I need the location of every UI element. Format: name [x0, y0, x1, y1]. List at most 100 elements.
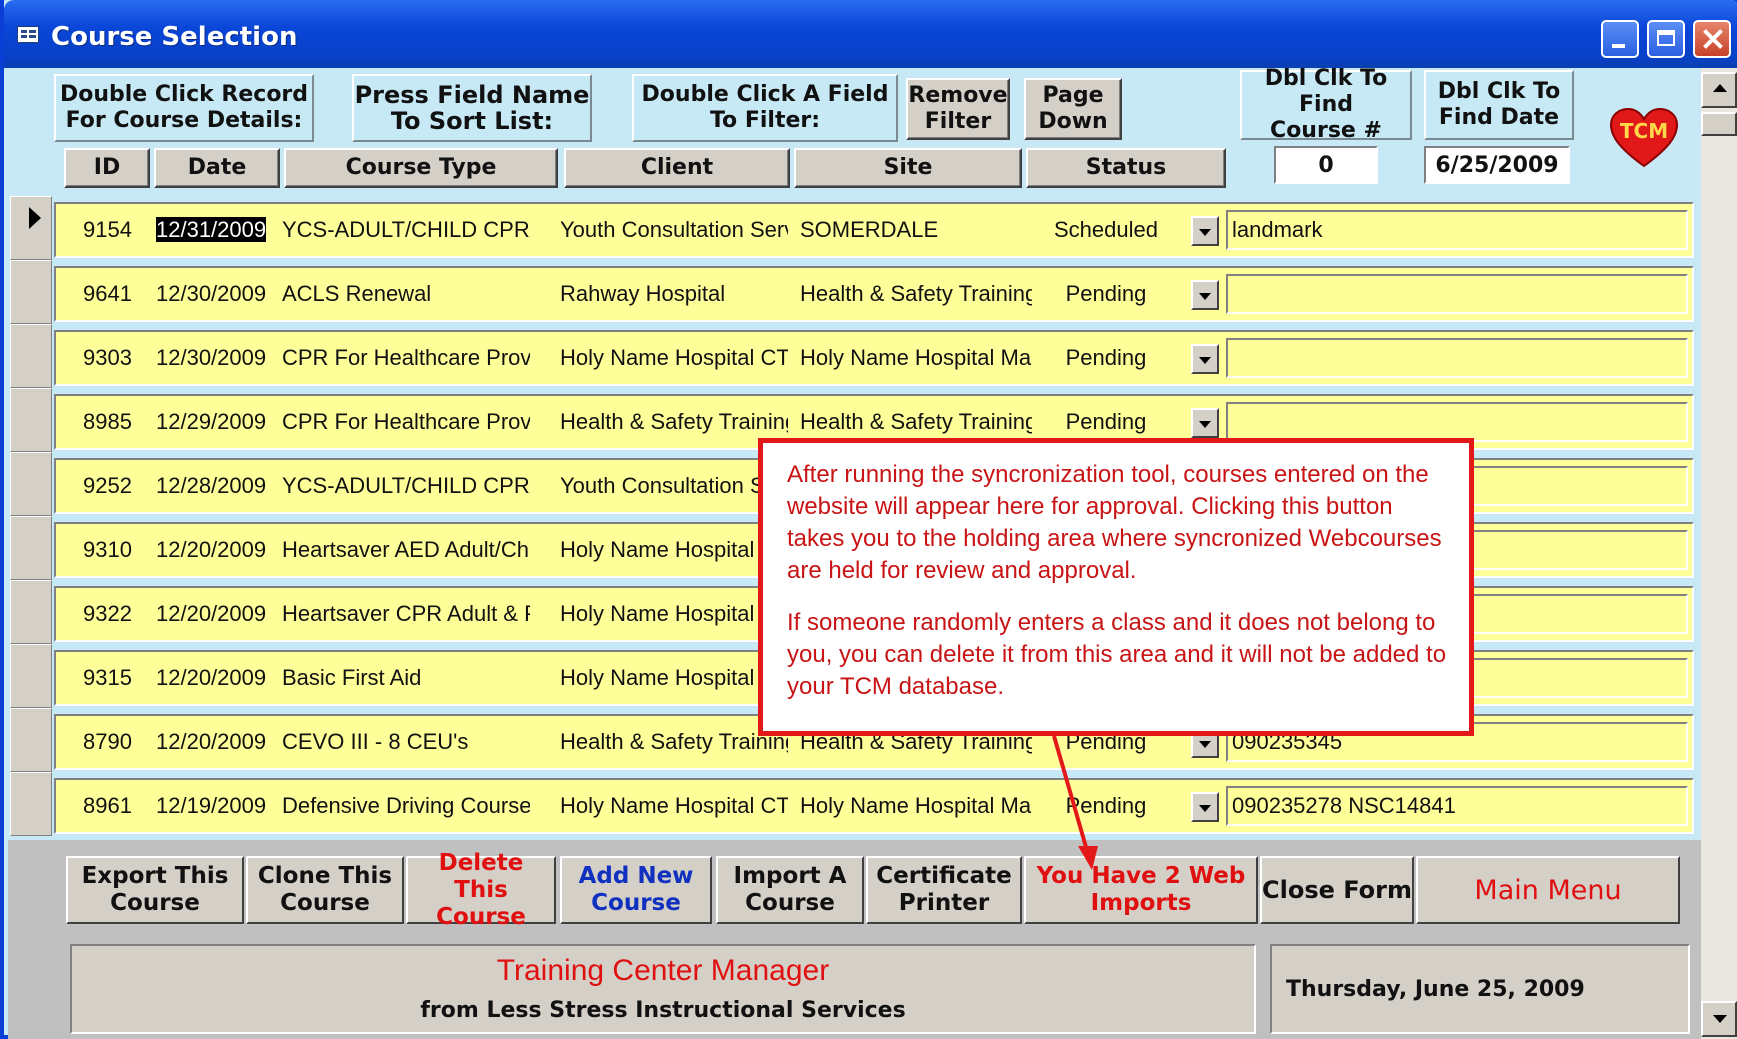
cell-client[interactable]: Holy Name Hospital CTC — [560, 780, 788, 832]
record-selector[interactable] — [10, 580, 52, 644]
record-selector[interactable] — [10, 196, 52, 260]
remove-filter-button[interactable]: Remove Filter — [906, 78, 1010, 140]
column-header-course-type[interactable]: Course Type — [284, 148, 558, 188]
minimize-button[interactable] — [1601, 20, 1639, 58]
column-header-site[interactable]: Site — [794, 148, 1022, 188]
cell-client[interactable]: Holy Name Hospital CTC — [560, 332, 788, 384]
delete-course-button[interactable]: Delete This Course — [406, 850, 556, 930]
notes-field[interactable] — [1226, 402, 1688, 442]
column-header-client[interactable]: Client — [564, 148, 790, 188]
notes-field[interactable]: 090235278 NSC14841 — [1226, 786, 1688, 826]
scroll-thumb[interactable] — [1701, 112, 1737, 136]
cell-course-type[interactable]: YCS-ADULT/CHILD CPR/AED — [282, 204, 530, 256]
cell-client[interactable]: Holy Name Hospital C — [560, 588, 788, 640]
table-row[interactable]: 9303 12/30/2009 CPR For Healthcare Provi… — [54, 330, 1694, 386]
cell-course-type[interactable]: YCS-ADULT/CHILD CPR/AED — [282, 460, 530, 512]
add-course-button[interactable]: Add New Course — [560, 856, 712, 924]
export-course-button[interactable]: Export This Course — [66, 856, 244, 924]
maximize-button[interactable] — [1647, 20, 1685, 58]
page-down-button[interactable]: Page Down — [1024, 78, 1122, 140]
status-dropdown-button[interactable] — [1191, 792, 1219, 822]
notes-field[interactable]: landmark — [1226, 210, 1688, 250]
notes-field[interactable] — [1226, 338, 1688, 378]
cell-site[interactable]: Health & Safety Training — [800, 268, 1032, 320]
notes-field[interactable] — [1226, 274, 1688, 314]
course-selection-window: Course Selection Double Click Record For… — [0, 0, 1737, 1039]
cell-course-type[interactable]: CPR For Healthcare Provider — [282, 396, 530, 448]
find-course-label: Dbl Clk To Find Course # — [1240, 66, 1412, 143]
company-name: from Less Stress Instructional Services — [420, 998, 906, 1023]
cell-site[interactable]: Holy Name Hospital Mari — [800, 780, 1032, 832]
callout-paragraph-1: After running the syncronization tool, c… — [787, 461, 1442, 584]
record-selector[interactable] — [10, 708, 52, 772]
cell-client[interactable]: Youth Consultation S — [560, 460, 788, 512]
cell-course-type[interactable]: CEVO III - 8 CEU's — [282, 716, 530, 768]
status-dropdown-button[interactable] — [1191, 408, 1219, 438]
record-selector[interactable] — [10, 260, 52, 324]
column-header-status[interactable]: Status — [1026, 148, 1226, 188]
record-selector[interactable] — [10, 644, 52, 708]
cell-course-type[interactable]: CPR For Healthcare Provider — [282, 332, 530, 384]
record-selector[interactable] — [10, 516, 52, 580]
cell-course-type[interactable]: ACLS Renewal — [282, 268, 530, 320]
status-dropdown-button[interactable] — [1191, 344, 1219, 374]
status-dropdown-button[interactable] — [1191, 280, 1219, 310]
column-header-id[interactable]: ID — [64, 148, 150, 188]
cell-site[interactable]: SOMERDALE — [800, 204, 1032, 256]
import-course-button[interactable]: Import A Course — [716, 856, 864, 924]
record-selector[interactable] — [10, 324, 52, 388]
cell-client[interactable]: Rahway Hospital — [560, 268, 788, 320]
status-dropdown-button[interactable] — [1191, 216, 1219, 246]
certificate-printer-button[interactable]: Certificate Printer — [866, 856, 1022, 924]
filter-instruction-label: Double Click A Field To Filter: — [632, 74, 898, 142]
annotation-callout: After running the syncronization tool, c… — [758, 438, 1474, 736]
find-date-input[interactable]: 6/25/2009 — [1424, 146, 1570, 184]
find-course-input[interactable]: 0 — [1274, 146, 1378, 184]
cell-course-type[interactable]: Basic First Aid — [282, 652, 530, 704]
close-window-button[interactable] — [1693, 20, 1731, 58]
cell-id[interactable]: 9315 — [74, 652, 132, 704]
cell-client[interactable]: Health & Safety Training — [560, 396, 788, 448]
callout-arrow — [1052, 735, 1098, 870]
cell-id[interactable]: 9303 — [74, 332, 132, 384]
sort-instruction-label: Press Field Name To Sort List: — [352, 74, 592, 142]
table-row[interactable]: 8961 12/19/2009 Defensive Driving Course… — [54, 778, 1694, 834]
close-form-button[interactable]: Close Form — [1260, 856, 1414, 924]
cell-client[interactable]: Health & Safety Training — [560, 716, 788, 768]
record-selector[interactable] — [10, 388, 52, 452]
cell-id[interactable]: 9154 — [74, 204, 132, 256]
cell-course-type[interactable]: Heartsaver AED Adult/Child — [282, 524, 530, 576]
clone-course-button[interactable]: Clone This Course — [246, 856, 404, 924]
cell-id[interactable]: 8985 — [74, 396, 132, 448]
app-name: Training Center Manager — [496, 954, 830, 987]
cell-id[interactable]: 8961 — [74, 780, 132, 832]
cell-course-type[interactable]: Heartsaver CPR Adult & Ped — [282, 588, 530, 640]
cell-id[interactable]: 8790 — [74, 716, 132, 768]
scroll-down-icon[interactable] — [1701, 1001, 1737, 1037]
window-title: Course Selection — [51, 22, 298, 52]
main-menu-button[interactable]: Main Menu — [1416, 856, 1680, 924]
vertical-scrollbar[interactable] — [1701, 68, 1737, 1039]
cell-client[interactable]: Youth Consultation Serv — [560, 204, 788, 256]
cell-id[interactable]: 9310 — [74, 524, 132, 576]
cell-course-type[interactable]: Defensive Driving Course - 6 — [282, 780, 530, 832]
cell-id[interactable]: 9322 — [74, 588, 132, 640]
record-selector[interactable] — [10, 772, 52, 836]
table-row[interactable]: 9154 12/31/2009 YCS-ADULT/CHILD CPR/AED … — [54, 202, 1694, 258]
title-bar[interactable]: Course Selection — [4, 0, 1737, 68]
cell-id[interactable]: 9252 — [74, 460, 132, 512]
cell-site[interactable]: Holy Name Hospital Mari — [800, 332, 1032, 384]
cell-status[interactable]: Pending — [1036, 332, 1176, 384]
cell-id[interactable]: 9641 — [74, 268, 132, 320]
record-selector[interactable] — [10, 452, 52, 516]
cell-status[interactable]: Pending — [1036, 268, 1176, 320]
cell-status[interactable]: Scheduled — [1036, 204, 1176, 256]
table-row[interactable]: 9641 12/30/2009 ACLS Renewal Rahway Hosp… — [54, 266, 1694, 322]
tcm-logo-text: TCM — [1619, 119, 1669, 143]
column-header-date[interactable]: Date — [154, 148, 280, 188]
scroll-up-icon[interactable] — [1701, 72, 1737, 108]
cell-client[interactable]: Holy Name Hospital C — [560, 652, 788, 704]
double-click-details-label: Double Click Record For Course Details: — [54, 74, 314, 142]
selected-date-text: 12/31/2009 — [156, 217, 267, 242]
cell-client[interactable]: Holy Name Hospital C — [560, 524, 788, 576]
